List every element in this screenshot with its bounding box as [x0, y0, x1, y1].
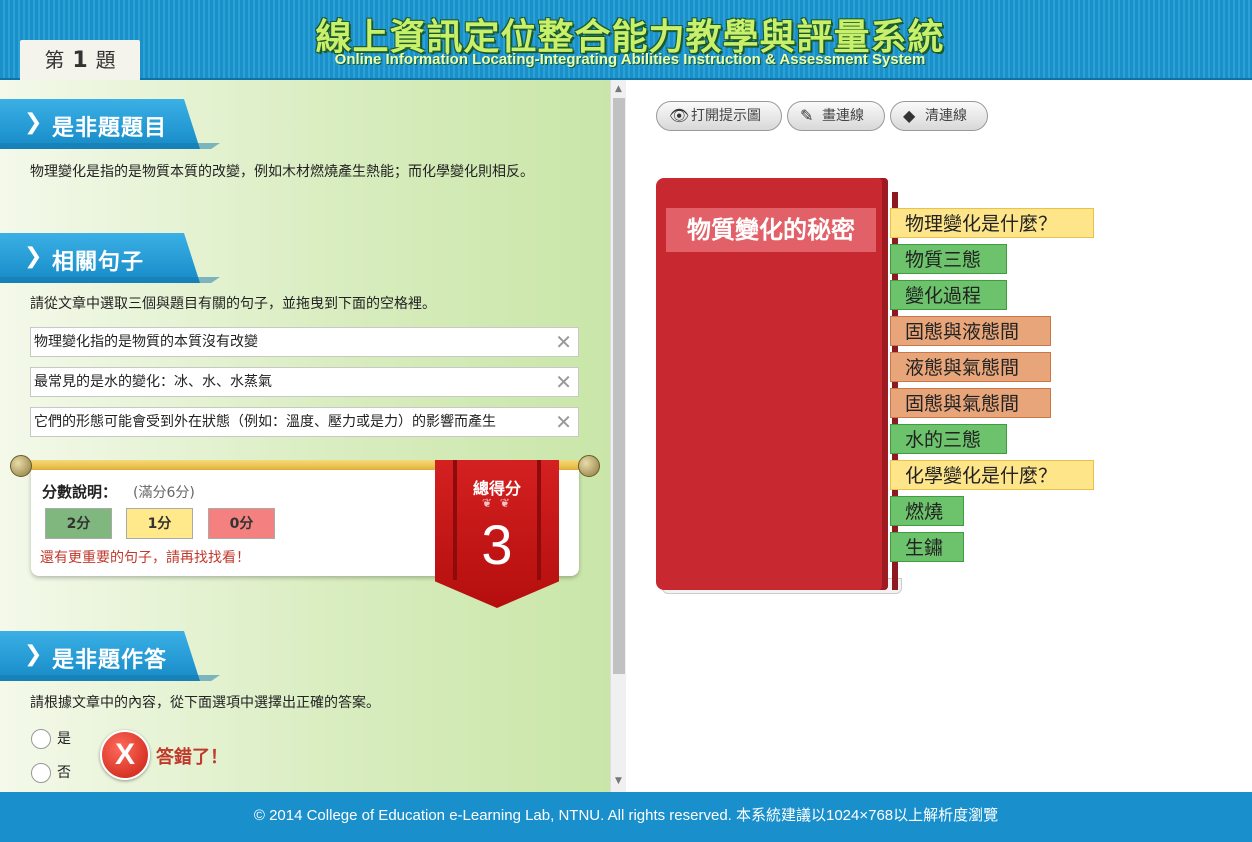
close-icon[interactable]: ✕ — [555, 408, 572, 436]
book-tab[interactable]: 固態與液態間 — [890, 316, 1051, 346]
section-title-sentences: 相關句子 — [52, 250, 145, 275]
clear-line-button[interactable]: ◆ 清連線 — [890, 101, 988, 131]
section-header-question: ❯ 是非題題目 — [0, 99, 220, 149]
question-text: 物理變化是指的是物質本質的改變，例如木材燃燒產生熱能；而化學變化則相反。 — [30, 164, 534, 180]
show-hint-label: 打開提示圖 — [691, 108, 761, 124]
book-illustration: 物質變化的秘密 — [656, 178, 902, 598]
book-tab[interactable]: 物理變化是什麼？ — [890, 208, 1094, 238]
sentence-drop-slot[interactable]: 物理變化指的是物質的本質沒有改變 ✕ — [30, 327, 579, 357]
scroll-down-icon[interactable]: ▼ — [615, 776, 622, 786]
book-tab[interactable]: 變化過程 — [890, 280, 1007, 310]
answer-result-text: 答錯了！ — [156, 747, 228, 768]
answer-label-no: 否 — [57, 765, 71, 781]
book-tab[interactable]: 水的三態 — [890, 424, 1007, 454]
chevron-right-icon: ❯ — [24, 244, 43, 269]
show-hint-button[interactable]: 👁 打開提示圖 — [656, 101, 782, 131]
answer-instruction: 請根據文章中的內容，從下面選項中選擇出正確的答案。 — [30, 695, 380, 711]
question-prefix: 第 — [44, 48, 65, 72]
book-tab[interactable]: 固態與氣態間 — [890, 388, 1051, 418]
book-tab[interactable]: 生鏽 — [890, 532, 964, 562]
clear-line-label: 清連線 — [925, 108, 967, 124]
sentence-drop-slot[interactable]: 最常見的是水的變化：冰、水、水蒸氣 ✕ — [30, 367, 579, 397]
pencil-icon: ✎ — [800, 106, 814, 125]
book-title: 物質變化的秘密 — [666, 208, 876, 252]
section-title-question: 是非題題目 — [52, 116, 168, 141]
footer: © 2014 College of Education e-Learning L… — [0, 792, 1252, 842]
question-suffix: 題 — [95, 48, 116, 72]
close-icon[interactable]: ✕ — [555, 368, 572, 396]
draw-line-label: 畫連線 — [822, 108, 864, 124]
ornament-icon: ❦ ❦ — [482, 496, 512, 510]
book-tab[interactable]: 物質三態 — [890, 244, 1007, 274]
chevron-right-icon: ❯ — [24, 110, 43, 135]
sentence-text: 它們的形態可能會受到外在狀態（例如：溫度、壓力或是力）的影響而產生 — [34, 414, 496, 430]
left-panel: ❯ 是非題題目 物理變化是指的是物質本質的改變，例如木材燃燒產生熱能；而化學變化… — [0, 80, 610, 792]
book-tab[interactable]: 化學變化是什麼？ — [890, 460, 1094, 490]
score-full-mark: (滿分6分) — [133, 485, 195, 501]
scrollbar-thumb[interactable] — [613, 98, 625, 674]
book-tab[interactable]: 液態與氣態間 — [890, 352, 1051, 382]
sentence-text: 最常見的是水的變化：冰、水、水蒸氣 — [34, 374, 272, 390]
sentences-instruction: 請從文章中選取三個與題目有關的句子，並拖曳到下面的空格裡。 — [30, 296, 436, 312]
wrong-icon: X — [100, 730, 150, 780]
question-number-tab: 第1題 — [20, 40, 140, 80]
score-level-1: 1分 — [126, 508, 193, 539]
score-message: 還有更重要的句子，請再找找看！ — [40, 550, 250, 566]
section-title-answer: 是非題作答 — [52, 648, 168, 673]
eye-icon: 👁 — [669, 106, 690, 125]
scroll-knob-right — [578, 455, 600, 477]
scroll-knob-left — [10, 455, 32, 477]
left-panel-scrollbar[interactable]: ▲ ▼ — [610, 80, 626, 792]
draw-line-button[interactable]: ✎ 畫連線 — [787, 101, 885, 131]
section-header-sentences: ❯ 相關句子 — [0, 233, 220, 283]
answer-radio-no[interactable] — [31, 763, 51, 783]
scroll-up-icon[interactable]: ▲ — [615, 84, 622, 94]
sentence-text: 物理變化指的是物質的本質沒有改變 — [34, 334, 258, 350]
total-score-value: 3 — [481, 513, 513, 576]
right-panel: 👁 打開提示圖 ✎ 畫連線 ◆ 清連線 物質變化的秘密 物理變化是什麼？ 物質三… — [626, 80, 1252, 792]
question-number: 1 — [72, 48, 88, 73]
section-header-answer: ❯ 是非題作答 — [0, 631, 220, 681]
close-icon[interactable]: ✕ — [555, 328, 572, 356]
total-score-badge: 總得分 ❦ ❦ 3 — [435, 460, 559, 608]
app-title-en: Online Information Locating-Integrating … — [334, 51, 926, 68]
book-tab[interactable]: 燃燒 — [890, 496, 964, 526]
answer-radio-yes[interactable] — [31, 729, 51, 749]
score-level-0: 0分 — [208, 508, 275, 539]
app-header: 線上資訊定位整合能力教學與評量系統 Online Information Loc… — [0, 0, 1252, 80]
footer-text: © 2014 College of Education e-Learning L… — [253, 807, 999, 824]
answer-label-yes: 是 — [57, 731, 71, 747]
sentence-drop-slot[interactable]: 它們的形態可能會受到外在狀態（例如：溫度、壓力或是力）的影響而產生 ✕ — [30, 407, 579, 437]
score-title: 分數說明： — [42, 483, 118, 501]
eraser-icon: ◆ — [903, 106, 916, 125]
chevron-right-icon: ❯ — [24, 642, 43, 667]
score-level-2: 2分 — [45, 508, 112, 539]
